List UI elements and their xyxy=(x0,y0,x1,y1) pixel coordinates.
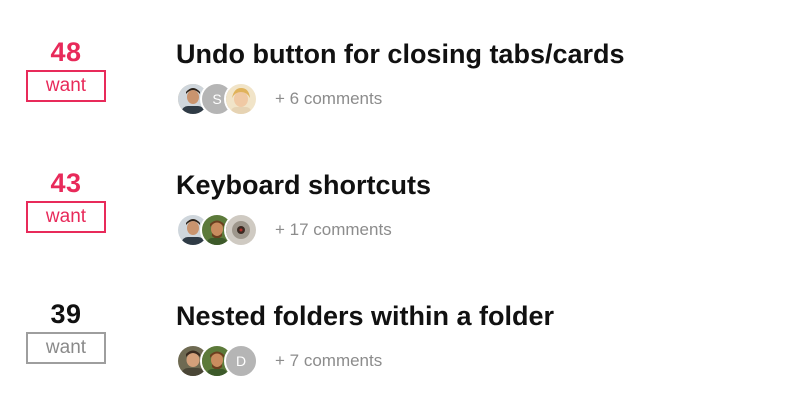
avatar-group: S xyxy=(176,82,258,116)
avatar-initial: D xyxy=(235,353,247,369)
vote-count: 48 xyxy=(50,37,82,67)
feature-request-item: 39 want Nested folders within a folder D… xyxy=(0,298,800,398)
request-meta: + 17 comments xyxy=(176,212,392,248)
comments-link[interactable]: + 17 comments xyxy=(275,220,392,240)
want-button[interactable]: want xyxy=(26,332,106,364)
avatar: D xyxy=(224,344,258,378)
want-button[interactable]: want xyxy=(26,201,106,233)
avatar-group: D xyxy=(176,344,258,378)
avatar xyxy=(224,213,258,247)
feature-request-item: 43 want Keyboard shortcuts + 17 comments xyxy=(0,167,800,267)
vote-box: 39 want xyxy=(26,298,106,364)
request-title[interactable]: Nested folders within a folder xyxy=(176,300,554,332)
avatar-initial: S xyxy=(212,91,222,107)
comments-link[interactable]: + 7 comments xyxy=(275,351,382,371)
vote-count: 43 xyxy=(50,168,82,198)
avatar xyxy=(224,82,258,116)
request-meta: S + 6 comments xyxy=(176,81,382,117)
request-meta: D + 7 comments xyxy=(176,343,382,379)
vote-box: 43 want xyxy=(26,167,106,233)
request-title[interactable]: Undo button for closing tabs/cards xyxy=(176,38,625,70)
comments-link[interactable]: + 6 comments xyxy=(275,89,382,109)
vote-count: 39 xyxy=(50,299,82,329)
vote-box: 48 want xyxy=(26,36,106,102)
request-title[interactable]: Keyboard shortcuts xyxy=(176,169,431,201)
want-button[interactable]: want xyxy=(26,70,106,102)
feature-request-item: 48 want Undo button for closing tabs/car… xyxy=(0,36,800,136)
avatar-group xyxy=(176,213,258,247)
feature-request-list: 48 want Undo button for closing tabs/car… xyxy=(0,0,800,409)
